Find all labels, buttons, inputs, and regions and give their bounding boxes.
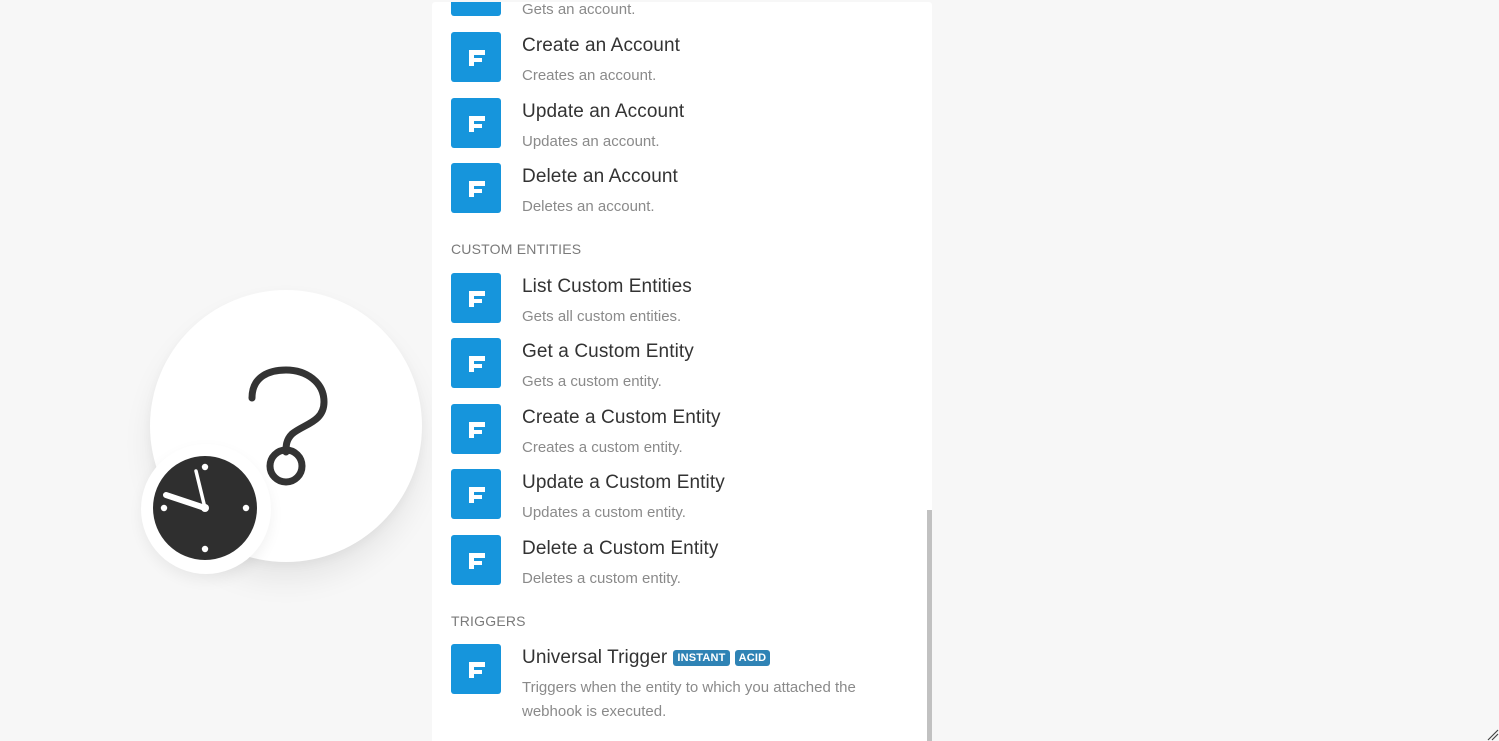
app-logo-icon xyxy=(451,273,501,323)
module-list-panel[interactable]: Gets an account. Create an Account Creat… xyxy=(432,2,932,741)
item-description: Updates a custom entity. xyxy=(522,504,686,521)
panel-scrollbar[interactable] xyxy=(927,510,932,741)
item-description: Triggers when the entity to which you at… xyxy=(522,679,856,720)
list-item-delete-account[interactable]: Delete an Account Deletes an account. xyxy=(451,163,911,215)
item-title: Create a Custom Entity xyxy=(522,407,721,428)
item-description: Gets all custom entities. xyxy=(522,308,682,325)
item-title: Update a Custom Entity xyxy=(522,472,725,493)
item-description: Creates an account. xyxy=(522,67,657,84)
badge-acid: ACID xyxy=(734,650,771,666)
app-logo-icon xyxy=(451,98,501,148)
app-logo-icon xyxy=(451,644,501,694)
resize-handle-icon xyxy=(1487,729,1499,741)
item-description: Creates a custom entity. xyxy=(522,439,683,456)
scenario-canvas: Gets an account. Create an Account Creat… xyxy=(0,0,1499,741)
item-description: Deletes a custom entity. xyxy=(522,570,681,587)
app-logo-icon xyxy=(451,404,501,454)
app-logo-icon xyxy=(451,163,501,213)
item-description: Gets an account. xyxy=(522,2,636,18)
list-item-update-account[interactable]: Update an Account Updates an account. xyxy=(451,98,911,150)
clock-icon xyxy=(153,456,257,560)
list-item-create-account[interactable]: Create an Account Creates an account. xyxy=(451,32,911,84)
item-description: Updates an account. xyxy=(522,133,660,150)
app-logo-icon xyxy=(451,338,501,388)
section-header-custom-entities: CUSTOM ENTITIES xyxy=(451,241,582,257)
item-title: List Custom Entities xyxy=(522,276,692,297)
list-item-create-custom-entity[interactable]: Create a Custom Entity Creates a custom … xyxy=(451,404,911,456)
app-logo-icon xyxy=(451,469,501,519)
app-logo-icon xyxy=(451,2,501,16)
item-description: Deletes an account. xyxy=(522,198,655,215)
item-title: Delete an Account xyxy=(522,166,678,187)
list-item-universal-trigger[interactable]: Universal Trigger INSTANT ACID Triggers … xyxy=(451,644,911,724)
badge-instant: INSTANT xyxy=(673,650,730,666)
list-item-get-custom-entity[interactable]: Get a Custom Entity Gets a custom entity… xyxy=(451,338,911,390)
app-logo-icon xyxy=(451,32,501,82)
item-title: Delete a Custom Entity xyxy=(522,538,719,559)
item-title: Universal Trigger xyxy=(522,647,668,668)
item-description: Gets a custom entity. xyxy=(522,373,662,390)
section-header-triggers: TRIGGERS xyxy=(451,613,526,629)
list-item-delete-custom-entity[interactable]: Delete a Custom Entity Deletes a custom … xyxy=(451,535,911,587)
list-item-list-custom-entities[interactable]: List Custom Entities Gets all custom ent… xyxy=(451,273,911,325)
item-title: Create an Account xyxy=(522,35,681,56)
item-title: Update an Account xyxy=(522,101,685,122)
app-logo-icon xyxy=(451,535,501,585)
list-item-get-account[interactable]: Gets an account. xyxy=(451,2,911,18)
list-item-update-custom-entity[interactable]: Update a Custom Entity Updates a custom … xyxy=(451,469,911,521)
item-title: Get a Custom Entity xyxy=(522,341,694,362)
